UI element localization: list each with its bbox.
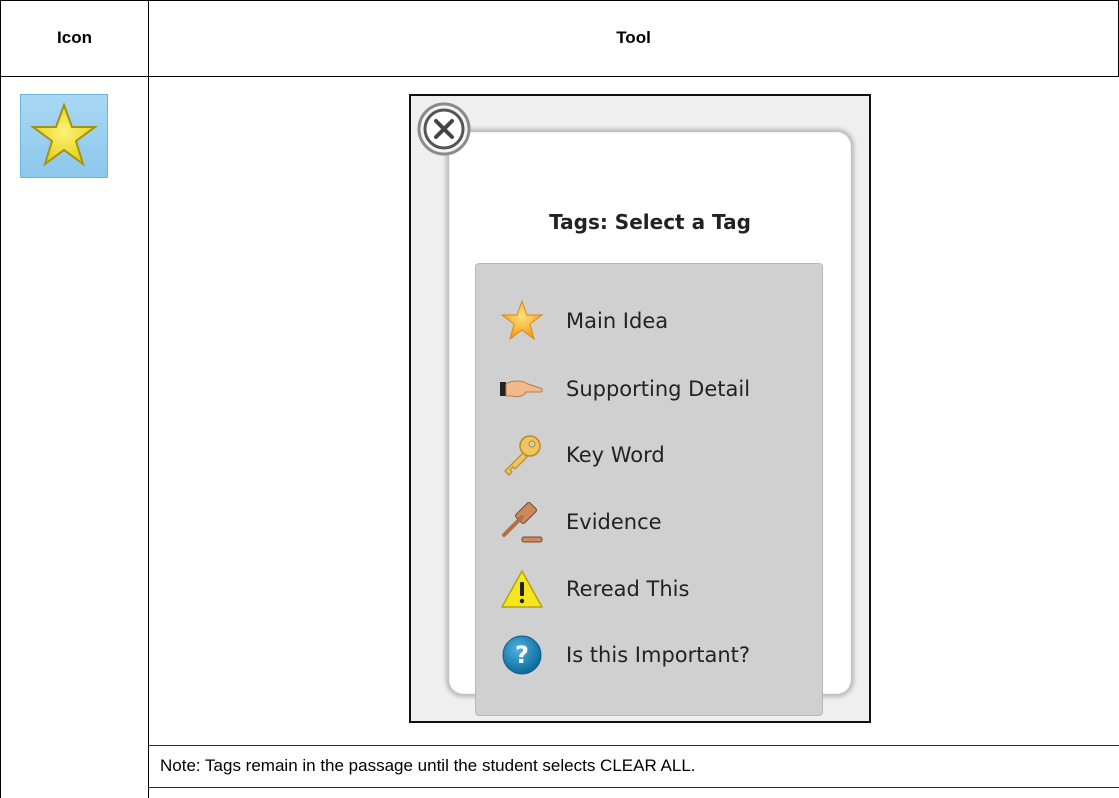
tag-popup-title: Tags: Select a Tag — [549, 210, 751, 234]
column-header-icon: Icon — [57, 28, 92, 47]
tag-item-key-word[interactable]: Key Word — [500, 430, 820, 480]
tag-label: Reread This — [566, 577, 690, 601]
close-icon[interactable] — [416, 101, 472, 157]
warning-triangle-icon — [500, 567, 544, 611]
note-rule-top — [149, 745, 1119, 746]
table-column-divider — [148, 0, 149, 798]
tag-label: Evidence — [566, 510, 662, 534]
star-icon — [29, 102, 99, 167]
table-header-divider — [0, 76, 1119, 77]
svg-text:?: ? — [515, 641, 529, 669]
note-rule-bottom — [149, 787, 1119, 788]
tag-tool-star-icon[interactable] — [20, 94, 108, 178]
key-icon — [500, 433, 544, 477]
tag-item-is-this-important[interactable]: ? Is this Important? — [500, 630, 820, 680]
table-border-left — [0, 0, 1, 798]
tag-label: Key Word — [566, 443, 665, 467]
pointing-hand-icon — [500, 367, 544, 411]
tag-item-reread-this[interactable]: Reread This — [500, 564, 820, 614]
tag-list: Main Idea Supporting Detail Key Word Evi… — [475, 263, 823, 716]
question-circle-icon: ? — [500, 633, 544, 677]
gavel-icon — [500, 500, 544, 544]
tag-item-main-idea[interactable]: Main Idea — [500, 296, 820, 346]
tag-label: Is this Important? — [566, 643, 751, 667]
tag-item-evidence[interactable]: Evidence — [500, 497, 820, 547]
tag-label: Supporting Detail — [566, 377, 751, 401]
tag-label: Main Idea — [566, 309, 669, 333]
tag-popup-panel: Tags: Select a Tag Main Idea Supporting … — [449, 132, 851, 716]
star-icon — [500, 299, 544, 343]
column-header-tool: Tool — [616, 28, 651, 47]
note-text: Note: Tags remain in the passage until t… — [160, 756, 696, 775]
tag-item-supporting-detail[interactable]: Supporting Detail — [500, 364, 820, 414]
tag-popup-screenshot: Tags: Select a Tag Main Idea Supporting … — [409, 94, 871, 723]
